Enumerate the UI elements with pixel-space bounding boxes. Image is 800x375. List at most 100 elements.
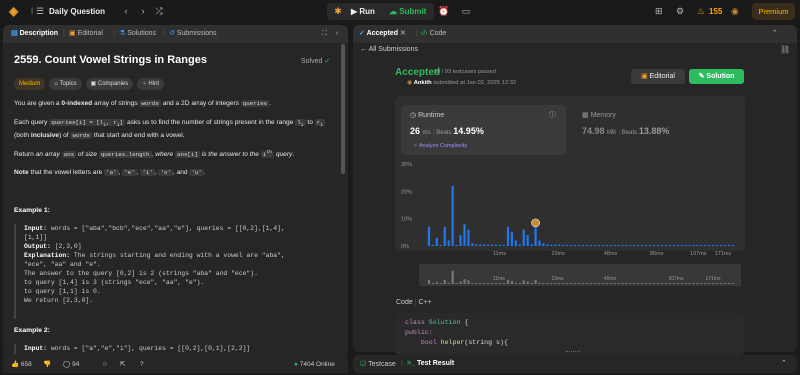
chart-bar [720,244,723,246]
solution-button[interactable]: ✎ Solution [689,69,744,84]
tab-description[interactable]: ▤ Description [11,29,58,39]
chart-bar [451,185,454,246]
navigator-bar [506,279,510,284]
inline-code: li [295,119,306,128]
chart-bar [613,244,616,246]
next-problem-icon[interactable]: › [137,5,149,18]
chart-bar [672,244,675,246]
daily-question-title[interactable]: Daily Question [49,7,105,16]
code-language: C++ [418,299,432,306]
text-italic: , where [151,150,175,158]
test-result-tab[interactable]: >_ Test Result [407,360,454,367]
chart-bar [522,229,525,246]
chart-bar [597,244,600,246]
close-icon[interactable]: ✕ [400,30,406,37]
shuffle-icon[interactable]: ⤮ [153,5,165,18]
companies-tag[interactable]: ▣ Companies [85,78,134,90]
streak-count[interactable]: 155 [709,7,722,16]
lock-icon: ▣ [90,81,97,87]
layout-icon[interactable]: ⊞ [655,6,663,17]
help-icon[interactable]: ? [140,361,144,368]
chart-bar [495,244,498,246]
chart-bar [502,244,506,246]
navigator-bar [518,283,521,284]
solved-label: Solved [301,58,323,65]
chart-bar [649,244,652,246]
dislike-icon[interactable]: 👎 [43,360,51,368]
beats-label: Beats [436,130,452,136]
testcase-tab[interactable]: ☑ Testcase [360,360,396,368]
maximize-icon[interactable]: ⛶ [322,29,327,39]
text: (both [14,132,31,140]
star-icon[interactable]: ☆ [102,360,108,368]
navigator-bar [629,283,632,284]
debug-icon[interactable]: ✱ [331,5,345,18]
info-icon[interactable]: ⓘ [549,110,556,120]
back-arrow-icon: ← [360,46,367,53]
text: to [305,119,315,126]
memory-heading: ▦ Memory [582,111,616,119]
notes-icon[interactable]: ▭ [460,5,472,18]
tab-accepted[interactable]: ✓ Accepted ✕ [359,29,406,39]
inline-code: 'u' [189,169,204,176]
submit-button[interactable]: ☁ Submit [389,5,426,18]
navigator-bar [483,283,486,284]
chart-bar [716,244,719,246]
leetcode-logo-icon[interactable]: ◈ [9,5,22,18]
text: . [269,100,271,107]
navigator-bar [724,283,727,284]
navigator-bar [731,283,735,284]
collapse-icon[interactable]: ‹ [336,29,338,39]
chart-bar [696,244,699,246]
inline-code: queries [240,100,270,107]
navigator-bar [589,283,592,284]
text-bold: inclusive [30,132,60,140]
link-icon[interactable]: ⛓ [780,45,790,54]
chart-bar [609,244,612,246]
premium-button[interactable]: Premium [752,3,795,20]
topics-tag[interactable]: ⌂ Topics [49,78,82,90]
submitted-time: submitted at Jan 02, 2025 12:32 [433,80,517,86]
prev-problem-icon[interactable]: ‹ [120,5,132,18]
resize-handle[interactable] [566,351,580,354]
text: Return [14,150,36,158]
author-name[interactable]: Ankith [414,80,432,86]
inline-code: ri [314,119,326,128]
runtime-distribution-chart[interactable]: 30% 20% 10% 0% 11ms 23ms 48ms 80ms 107ms 171ms 11m… [399,158,741,288]
chart-bar [554,244,557,246]
comments-button[interactable]: ◯ 94 [63,360,79,368]
share-icon[interactable]: ⇱ [120,360,125,368]
navigator-bar [510,281,513,284]
tab-editorial[interactable]: ▣ Editorial [69,29,103,39]
navigator-bar [684,283,687,284]
difficulty-badge: Medium [14,78,46,90]
navigator-bar [495,283,498,284]
avatar[interactable]: ◉ [731,6,739,17]
chart-bar [506,226,510,246]
tab-code[interactable]: ‹/› Code [421,29,446,39]
editorial-button[interactable]: ▣ Editorial [631,69,685,84]
code-viewer[interactable]: class Solution { public: bool helper(str… [395,313,745,355]
like-button[interactable]: 👍 658 [11,360,32,368]
chart-bar [510,232,513,246]
expand-icon[interactable]: ⌃ [781,359,787,367]
chart-bar [467,229,470,246]
chart-bar [439,244,442,246]
tab-submissions[interactable]: ↺ Submissions [169,29,217,39]
value: The strings starting and ending with a v… [70,252,285,259]
tab-solutions[interactable]: ⚗ Solutions [119,29,156,39]
description-scrollbar[interactable] [341,44,345,174]
analyze-complexity-link[interactable]: ✧ Analyze Complexity [413,143,467,149]
memory-value: 74.98 MB | Beats 13.88% [582,126,669,136]
navigator-bar [672,283,675,284]
timer-icon[interactable]: ⏰ [438,5,450,18]
navigator-bar [435,282,438,284]
collapse-icon[interactable]: ⌃ [772,29,778,39]
list-icon[interactable]: ☰ [34,5,46,18]
avatar[interactable]: ◉ [407,80,412,86]
chart-bar [431,244,435,246]
hint-tag[interactable]: ♀ Hint [137,78,165,90]
all-submissions-link[interactable]: ← All Submissions [360,46,418,53]
settings-icon[interactable]: ⚙ [676,6,684,17]
run-button[interactable]: ▶ Run [351,5,375,18]
